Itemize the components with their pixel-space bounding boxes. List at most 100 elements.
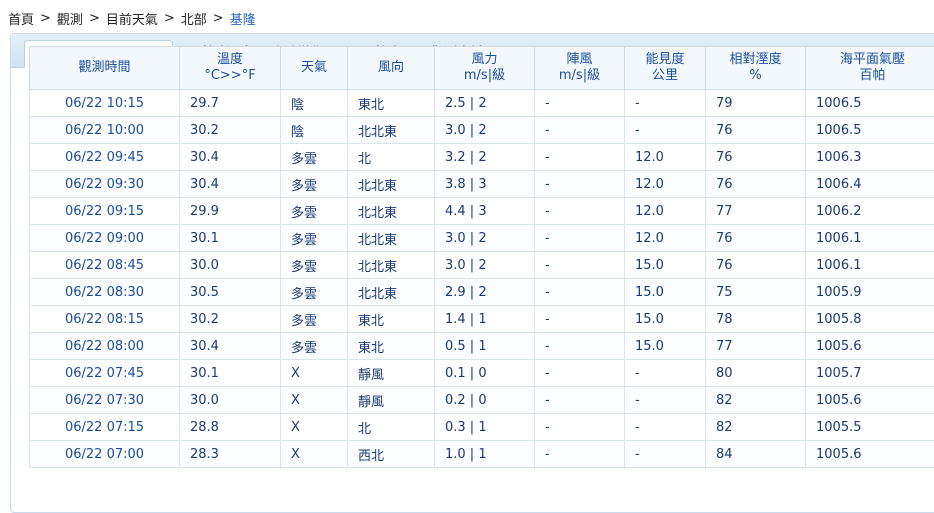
cell-gust: - [535, 117, 625, 144]
header-wind-force: 風力 m/s|級 [435, 47, 535, 90]
cell-humidity: 82 [706, 414, 806, 441]
header-observation-time: 觀測時間 [30, 47, 180, 90]
cell-time: 06/22 07:30 [30, 387, 180, 414]
table-row: 06/22 08:1530.2多雲東北1.4 | 1-15.0781005.8 [30, 306, 934, 333]
cell-time: 06/22 09:45 [30, 144, 180, 171]
cell-visibility: 15.0 [625, 252, 706, 279]
cell-time: 06/22 07:15 [30, 414, 180, 441]
cell-weather: X [281, 360, 348, 387]
table-row: 06/22 09:4530.4多雲北3.2 | 2-12.0761006.3 [30, 144, 934, 171]
breadcrumb-north[interactable]: 北部 [181, 9, 207, 28]
cell-visibility: 12.0 [625, 144, 706, 171]
cell-humidity: 76 [706, 252, 806, 279]
cell-wind-direction: 北北東 [348, 198, 435, 225]
cell-pressure: 1005.7 [806, 360, 934, 387]
cell-gust: - [535, 171, 625, 198]
cell-wind-force: 2.9 | 2 [435, 279, 535, 306]
cell-wind-direction: 北北東 [348, 252, 435, 279]
table-row: 06/22 09:1529.9多雲北北東4.4 | 3-12.0771006.2 [30, 198, 934, 225]
cell-temperature: 29.9 [180, 198, 281, 225]
cell-temperature: 30.1 [180, 225, 281, 252]
cell-temperature: 30.4 [180, 144, 281, 171]
cell-visibility: 15.0 [625, 306, 706, 333]
cell-time: 06/22 08:30 [30, 279, 180, 306]
cell-temperature: 30.2 [180, 117, 281, 144]
observation-table: 觀測時間 溫度 °C>>°F 天氣 風向 風力 m/s|級 陣風 m/s|級 能… [29, 46, 934, 468]
table-row: 06/22 08:0030.4多雲東北0.5 | 1-15.0771005.6 [30, 333, 934, 360]
table-row: 06/22 07:3030.0X靜風0.2 | 0--821005.6 [30, 387, 934, 414]
cell-wind-force: 3.8 | 3 [435, 171, 535, 198]
cell-humidity: 76 [706, 144, 806, 171]
cell-pressure: 1005.6 [806, 333, 934, 360]
table-row: 06/22 07:1528.8X北0.3 | 1--821005.5 [30, 414, 934, 441]
cell-pressure: 1005.9 [806, 279, 934, 306]
header-visibility: 能見度 公里 [625, 47, 706, 90]
cell-wind-direction: 北北東 [348, 279, 435, 306]
header-relative-humidity: 相對溼度 % [706, 47, 806, 90]
breadcrumb-current-weather[interactable]: 目前天氣 [106, 9, 158, 28]
cell-humidity: 78 [706, 306, 806, 333]
cell-time: 06/22 10:00 [30, 117, 180, 144]
cell-temperature: 30.1 [180, 360, 281, 387]
cell-gust: - [535, 225, 625, 252]
cell-humidity: 77 [706, 333, 806, 360]
cell-time: 06/22 09:15 [30, 198, 180, 225]
cell-gust: - [535, 333, 625, 360]
cell-weather: 多雲 [281, 144, 348, 171]
cell-gust: - [535, 360, 625, 387]
cell-time: 06/22 08:15 [30, 306, 180, 333]
cell-pressure: 1006.1 [806, 225, 934, 252]
cell-wind-force: 3.0 | 2 [435, 225, 535, 252]
cell-pressure: 1006.3 [806, 144, 934, 171]
cell-temperature: 30.4 [180, 171, 281, 198]
cell-wind-force: 3.0 | 2 [435, 117, 535, 144]
cell-gust: - [535, 90, 625, 117]
table-row: 06/22 09:0030.1多雲北北東3.0 | 2-12.0761006.1 [30, 225, 934, 252]
cell-weather: X [281, 414, 348, 441]
breadcrumb: 首頁 > 觀測 > 目前天氣 > 北部 > 基隆 [8, 9, 256, 27]
header-temperature[interactable]: 溫度 °C>>°F [180, 47, 281, 90]
cell-time: 06/22 08:00 [30, 333, 180, 360]
table-row: 06/22 08:4530.0多雲北北東3.0 | 2-15.0761006.1 [30, 252, 934, 279]
observation-table-wrap: 觀測時間 溫度 °C>>°F 天氣 風向 風力 m/s|級 陣風 m/s|級 能… [29, 46, 934, 468]
cell-visibility: - [625, 117, 706, 144]
header-wind-direction: 風向 [348, 47, 435, 90]
cell-time: 06/22 09:30 [30, 171, 180, 198]
cell-temperature: 28.8 [180, 414, 281, 441]
cell-gust: - [535, 414, 625, 441]
cell-time: 06/22 07:45 [30, 360, 180, 387]
cell-temperature: 30.2 [180, 306, 281, 333]
breadcrumb-home[interactable]: 首頁 [8, 9, 34, 28]
cell-pressure: 1006.5 [806, 90, 934, 117]
cell-wind-force: 0.5 | 1 [435, 333, 535, 360]
cell-pressure: 1006.5 [806, 117, 934, 144]
cell-temperature: 29.7 [180, 90, 281, 117]
cell-weather: 陰 [281, 90, 348, 117]
table-header-row: 觀測時間 溫度 °C>>°F 天氣 風向 風力 m/s|級 陣風 m/s|級 能… [30, 47, 934, 90]
cell-weather: 多雲 [281, 333, 348, 360]
cell-humidity: 80 [706, 360, 806, 387]
cell-pressure: 1005.5 [806, 414, 934, 441]
cell-gust: - [535, 279, 625, 306]
cell-wind-force: 2.5 | 2 [435, 90, 535, 117]
cell-gust: - [535, 252, 625, 279]
cell-weather: 多雲 [281, 252, 348, 279]
cell-time: 06/22 10:15 [30, 90, 180, 117]
cell-visibility: 12.0 [625, 171, 706, 198]
cell-weather: 多雲 [281, 171, 348, 198]
cell-visibility: 12.0 [625, 198, 706, 225]
cell-weather: 多雲 [281, 279, 348, 306]
cell-visibility: - [625, 441, 706, 468]
cell-visibility: 15.0 [625, 333, 706, 360]
cell-weather: X [281, 441, 348, 468]
cell-visibility: - [625, 387, 706, 414]
cell-visibility: 12.0 [625, 225, 706, 252]
cell-gust: - [535, 198, 625, 225]
cell-weather: 多雲 [281, 225, 348, 252]
cell-wind-direction: 靜風 [348, 360, 435, 387]
cell-pressure: 1006.4 [806, 171, 934, 198]
breadcrumb-keelung: 基隆 [230, 9, 256, 28]
breadcrumb-observation[interactable]: 觀測 [57, 9, 83, 28]
cell-visibility: - [625, 360, 706, 387]
table-row: 06/22 08:3030.5多雲北北東2.9 | 2-15.0751005.9 [30, 279, 934, 306]
